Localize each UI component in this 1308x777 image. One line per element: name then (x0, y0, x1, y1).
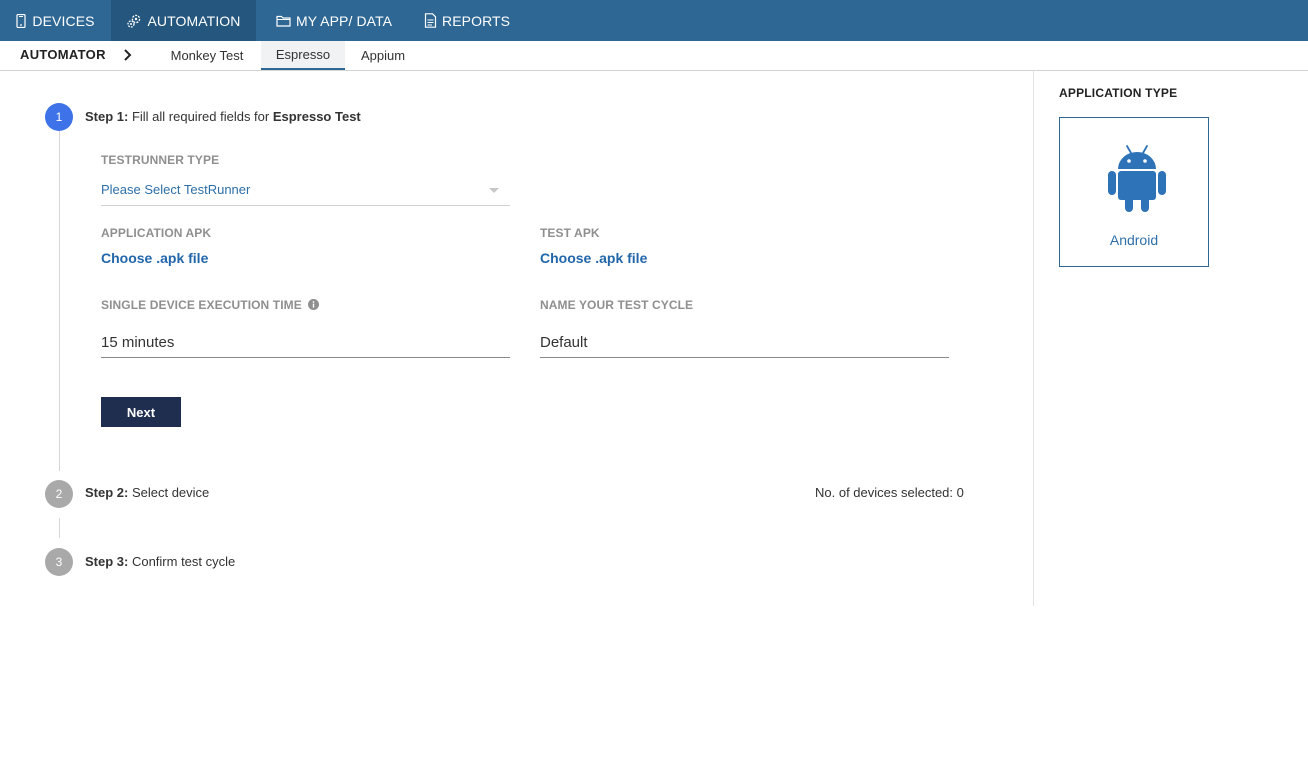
sub-navigation: AUTOMATOR Monkey Test Espresso Appium (0, 41, 1308, 71)
execution-time-label-text: SINGLE DEVICE EXECUTION TIME (101, 298, 302, 312)
caret-down-icon (489, 188, 499, 193)
breadcrumb-automator: AUTOMATOR (20, 47, 106, 62)
step-3-text: Confirm test cycle (128, 554, 236, 569)
tab-monkey-test-label: Monkey Test (170, 47, 244, 63)
tab-espresso[interactable]: Espresso (261, 41, 345, 70)
info-icon[interactable] (308, 299, 320, 310)
tab-appium[interactable]: Appium (351, 41, 415, 69)
tab-espresso-label: Espresso (275, 47, 331, 62)
android-icon (1108, 145, 1166, 212)
step-2-title: Step 2: Select device (85, 485, 209, 500)
step-3-number: 3 (55, 555, 63, 569)
step-connector (59, 131, 60, 471)
devices-selected-count: No. of devices selected: 0 (815, 485, 964, 500)
next-button[interactable]: Next (101, 397, 181, 427)
android-label: Android (1109, 232, 1159, 248)
chevron-right-icon (124, 49, 132, 61)
tab-appium-label: Appium (360, 47, 406, 63)
nav-tab-automation-label: AUTOMATION (147, 12, 241, 29)
step-3-title: Step 3: Confirm test cycle (85, 554, 235, 569)
step-3-indicator: 3 (45, 548, 73, 576)
test-apk-label: TEST APK (540, 226, 600, 240)
choose-application-apk-link[interactable]: Choose .apk file (101, 250, 208, 266)
execution-time-input[interactable] (101, 327, 510, 358)
nav-tab-my-app-data-label: MY APP/ DATA (296, 12, 393, 29)
step-1-indicator: 1 (45, 103, 73, 131)
step-1-number: 1 (55, 110, 63, 124)
nav-tab-reports-label: REPORTS (442, 12, 511, 29)
application-type-title: APPLICATION TYPE (1059, 86, 1178, 100)
tab-monkey-test[interactable]: Monkey Test (160, 41, 254, 69)
step-1-test-name: Espresso Test (272, 109, 361, 124)
nav-tab-devices-label: DEVICES (32, 12, 95, 29)
application-apk-label: APPLICATION APK (101, 226, 212, 240)
test-cycle-name-input[interactable] (540, 327, 949, 358)
nav-tab-automation[interactable]: AUTOMATION (111, 0, 256, 41)
step-1-title: Step 1: Fill all required fields for Esp… (85, 109, 361, 124)
gears-icon (127, 14, 141, 28)
nav-tab-my-app-data[interactable]: MY APP/ DATA (276, 0, 392, 41)
step-2-text: Select device (128, 485, 210, 500)
application-type-android-card[interactable]: Android (1059, 117, 1209, 267)
choose-test-apk-link[interactable]: Choose .apk file (540, 250, 647, 266)
step-2-prefix: Step 2: (85, 485, 129, 500)
step-2-indicator: 2 (45, 480, 73, 508)
folder-icon (276, 15, 291, 27)
step-1-prefix: Step 1: (85, 109, 129, 124)
testrunner-type-label: TESTRUNNER TYPE (101, 153, 220, 167)
step-3-prefix: Step 3: (85, 554, 129, 569)
nav-tab-reports[interactable]: REPORTS (424, 0, 510, 41)
step-connector (59, 518, 60, 538)
nav-tab-devices[interactable]: DEVICES (0, 0, 110, 41)
phone-icon (16, 13, 27, 28)
panel-divider (1033, 71, 1034, 606)
testrunner-select[interactable]: Please Select TestRunner (101, 180, 510, 206)
top-navigation: DEVICES AUTOMATION MY APP/ DATA REPORTS (0, 0, 1308, 41)
testrunner-select-value: Please Select TestRunner (101, 182, 251, 197)
test-cycle-name-label: NAME YOUR TEST CYCLE (540, 298, 694, 312)
execution-time-label: SINGLE DEVICE EXECUTION TIME (101, 298, 320, 312)
document-icon (424, 13, 437, 28)
step-1-text: Fill all required fields for (128, 109, 273, 124)
step-2-number: 2 (55, 487, 63, 501)
